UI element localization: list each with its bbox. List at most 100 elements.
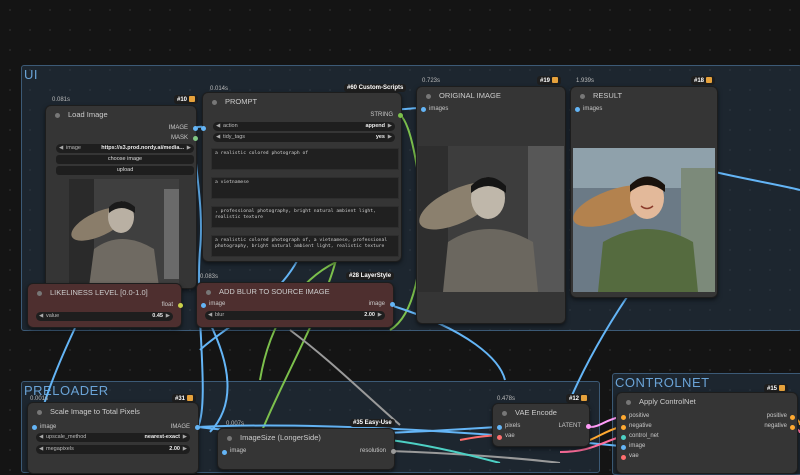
node-controlnet[interactable]: Apply ControlNet positive negative contr…	[616, 392, 798, 474]
prompt-text-4[interactable]: a realistic colored photograph of, a vie…	[211, 235, 399, 257]
blur-widget-name: blur	[215, 312, 225, 318]
value-widget-value: 0.45	[152, 313, 163, 319]
image-url-widget[interactable]: ◀ image https://s3.prod.nordy.ai/media..…	[56, 144, 194, 153]
blur-widget[interactable]: ◀ blur 2.00 ▶	[205, 311, 385, 320]
node-blur-title: ADD BLUR TO SOURCE IMAGE	[219, 287, 330, 296]
input-image-port[interactable]	[222, 450, 227, 455]
arrow-right-icon[interactable]: ▶	[388, 122, 392, 131]
blur-timing: 0.083s	[200, 274, 219, 280]
input-vae-port[interactable]	[621, 455, 626, 460]
input-vae-port[interactable]	[497, 435, 502, 440]
arrow-left-icon[interactable]: ◀	[39, 312, 43, 321]
blur-widget-value: 2.00	[364, 312, 375, 318]
node-blur[interactable]: ADD BLUR TO SOURCE IMAGE image image ◀ b…	[196, 282, 395, 328]
upload-button[interactable]: upload	[56, 166, 194, 175]
node-likeliness-header[interactable]: LIKELINESS LEVEL [0.0-1.0]	[28, 284, 181, 302]
input-images-port[interactable]	[421, 107, 426, 112]
collapse-dot-icon[interactable]	[580, 94, 585, 99]
output-mask-port[interactable]	[193, 136, 198, 141]
arrow-right-icon[interactable]: ▶	[378, 311, 382, 320]
load-image-preview-art	[69, 179, 179, 287]
node-result[interactable]: RESULT images	[570, 86, 718, 298]
output-latent-label: LATENT	[558, 423, 581, 429]
action-widget-value: append	[365, 123, 385, 129]
input-control-net-port[interactable]	[621, 435, 626, 440]
collapse-dot-icon[interactable]	[227, 436, 232, 441]
prompt-text-2[interactable]: a vietnamese	[211, 177, 399, 199]
node-imagesize-header[interactable]: ImageSize (LongerSide)	[218, 429, 394, 447]
output-negative-port[interactable]	[790, 425, 795, 430]
arrow-right-icon[interactable]: ▶	[187, 144, 191, 153]
arrow-left-icon[interactable]: ◀	[39, 445, 43, 454]
input-image-label: image	[40, 424, 57, 430]
collapse-dot-icon[interactable]	[502, 411, 507, 416]
arrow-left-icon[interactable]: ◀	[216, 133, 220, 142]
vae-badge-text: #12	[569, 396, 580, 402]
input-positive-port[interactable]	[621, 415, 626, 420]
output-string-port[interactable]	[398, 113, 403, 118]
output-positive-port[interactable]	[790, 415, 795, 420]
collapse-dot-icon[interactable]	[206, 290, 211, 295]
output-positive-label: positive	[766, 413, 787, 419]
arrow-left-icon[interactable]: ◀	[216, 122, 220, 131]
input-negative-label: negative	[629, 423, 652, 429]
arrow-left-icon[interactable]: ◀	[208, 311, 212, 320]
collapse-dot-icon[interactable]	[626, 400, 631, 405]
output-latent-port[interactable]	[586, 424, 591, 429]
collapse-dot-icon[interactable]	[37, 291, 42, 296]
prompt-text-3[interactable]: , professional photography, bright natur…	[211, 206, 399, 228]
input-images-port[interactable]	[575, 107, 580, 112]
input-negative-port[interactable]	[621, 425, 626, 430]
prompt-text-1[interactable]: a realistic colored photograph of	[211, 148, 399, 170]
upscale-method-widget[interactable]: ◀ upscale_method nearest-exact ▶	[36, 433, 190, 442]
input-pixels-port[interactable]	[497, 425, 502, 430]
node-imagesize[interactable]: ImageSize (LongerSide) image resolution	[217, 428, 396, 470]
collapse-dot-icon[interactable]	[37, 410, 42, 415]
action-widget[interactable]: ◀ action append ▶	[213, 122, 395, 131]
action-widget-name: action	[223, 123, 238, 129]
collapse-dot-icon[interactable]	[212, 100, 217, 105]
node-prompt-header[interactable]: PROMPT	[203, 93, 401, 111]
tidy-tags-widget[interactable]: ◀ tidy_tags yes ▶	[213, 133, 395, 142]
node-blur-header[interactable]: ADD BLUR TO SOURCE IMAGE	[197, 283, 393, 301]
arrow-right-icon[interactable]: ▶	[166, 312, 170, 321]
input-image-port[interactable]	[621, 445, 626, 450]
input-image-port[interactable]	[201, 303, 206, 308]
node-vae-header[interactable]: VAE Encode	[493, 404, 589, 422]
arrow-left-icon[interactable]: ◀	[59, 144, 63, 153]
arrow-right-icon[interactable]: ▶	[183, 445, 187, 454]
node-original-image-header[interactable]: ORIGINAL IMAGE	[417, 87, 565, 105]
arrow-right-icon[interactable]: ▶	[183, 433, 187, 442]
output-image-port[interactable]	[195, 425, 200, 430]
output-image-label: IMAGE	[168, 125, 188, 131]
arrow-right-icon[interactable]: ▶	[388, 133, 392, 142]
megapixels-widget[interactable]: ◀ megapixels 2.00 ▶	[36, 445, 190, 454]
vae-badge: #12	[566, 394, 591, 403]
result-image-preview-art	[573, 148, 715, 292]
node-likeliness[interactable]: LIKELINESS LEVEL [0.0-1.0] float ◀ value…	[27, 283, 183, 328]
output-resolution-port[interactable]	[391, 449, 396, 454]
collapse-dot-icon[interactable]	[426, 94, 431, 99]
tidy-tags-widget-name: tidy_tags	[223, 134, 246, 140]
node-scale-header[interactable]: Scale Image to Total Pixels	[28, 403, 198, 421]
upscale-method-name: upscale_method	[46, 434, 87, 440]
node-result-header[interactable]: RESULT	[571, 87, 717, 105]
node-vae[interactable]: VAE Encode pixels vae LATENT	[492, 403, 591, 447]
badge-icon	[189, 96, 196, 102]
input-image-port[interactable]	[32, 425, 37, 430]
collapse-dot-icon[interactable]	[55, 113, 60, 118]
output-image-port[interactable]	[193, 126, 198, 131]
value-widget[interactable]: ◀ value 0.45 ▶	[36, 312, 173, 321]
node-scale[interactable]: Scale Image to Total Pixels image IMAGE …	[27, 402, 200, 474]
node-controlnet-header[interactable]: Apply ControlNet	[617, 393, 797, 411]
node-load-image[interactable]: Load Image IMAGE MASK ◀ image https://s3…	[45, 105, 198, 289]
output-float-port[interactable]	[178, 303, 183, 308]
node-prompt[interactable]: PROMPT STRING ◀ action append ▶ ◀ tidy_t…	[201, 92, 403, 262]
output-image-port[interactable]	[390, 302, 395, 307]
input-left-port[interactable]	[201, 126, 206, 131]
wire-result-out	[714, 171, 800, 191]
choose-image-button[interactable]: choose image	[56, 155, 194, 164]
node-original-image[interactable]: ORIGINAL IMAGE images	[416, 86, 566, 324]
node-load-image-header[interactable]: Load Image	[46, 106, 196, 124]
arrow-left-icon[interactable]: ◀	[39, 433, 43, 442]
